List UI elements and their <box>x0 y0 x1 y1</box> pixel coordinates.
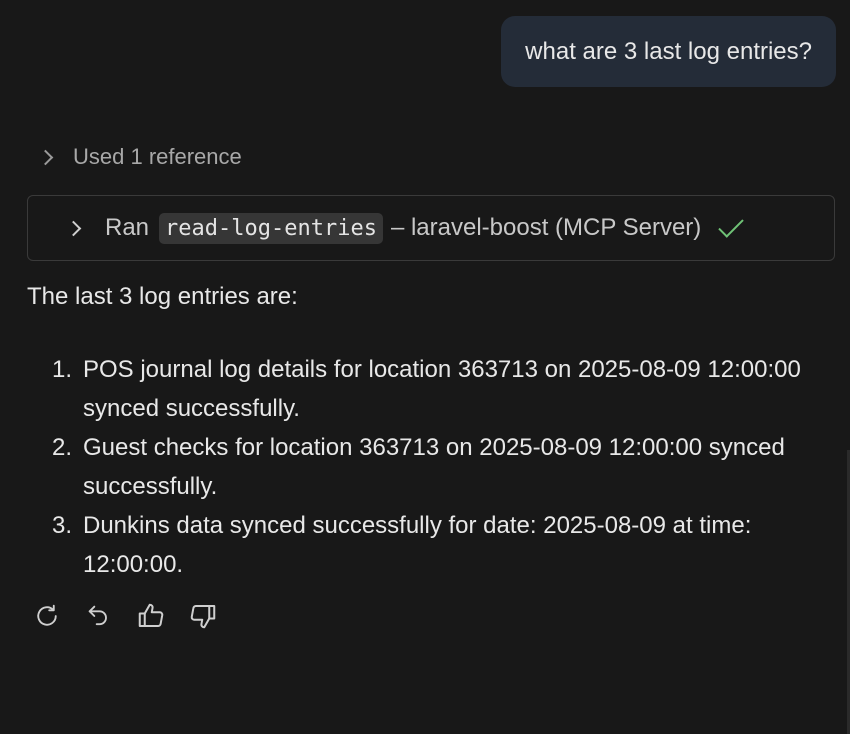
undo-icon[interactable] <box>84 600 114 632</box>
list-item: 1. POS journal log details for location … <box>48 350 808 428</box>
used-references-label: Used 1 reference <box>73 144 242 169</box>
list-item-number: 1. <box>52 356 73 383</box>
list-item-text: Dunkins data synced successfully for dat… <box>83 512 752 578</box>
response-actions <box>32 600 218 632</box>
tool-server-label: – laravel-boost (MCP Server) <box>390 214 702 241</box>
list-item-number: 2. <box>52 434 73 461</box>
tool-name-code: read-log-entries <box>159 212 383 244</box>
chevron-right-icon <box>65 220 82 236</box>
retry-icon[interactable] <box>32 600 62 632</box>
log-entries-list: 1. POS journal log details for location … <box>48 350 808 584</box>
list-item: 2. Guest checks for location 363713 on 2… <box>48 428 808 506</box>
user-message-text: what are 3 last log entries? <box>525 37 812 65</box>
check-icon <box>718 212 745 238</box>
list-item-text: POS journal log details for location 363… <box>83 356 801 422</box>
thumbs-up-icon[interactable] <box>136 600 166 632</box>
chevron-right-icon <box>37 149 54 165</box>
list-item: 3. Dunkins data synced successfully for … <box>48 506 808 584</box>
tool-call-prefix: Ran <box>105 214 150 241</box>
list-item-number: 3. <box>52 512 73 539</box>
chat-panel: what are 3 last log entries? Used 1 refe… <box>0 0 850 734</box>
user-message-bubble: what are 3 last log entries? <box>501 16 836 87</box>
list-item-text: Guest checks for location 363713 on 2025… <box>83 434 785 500</box>
used-references-toggle[interactable]: Used 1 reference <box>36 140 242 174</box>
response-intro: The last 3 log entries are: <box>27 283 298 310</box>
thumbs-down-icon[interactable] <box>188 600 218 632</box>
tool-call-panel[interactable]: Ran read-log-entries – laravel-boost (MC… <box>27 195 835 261</box>
